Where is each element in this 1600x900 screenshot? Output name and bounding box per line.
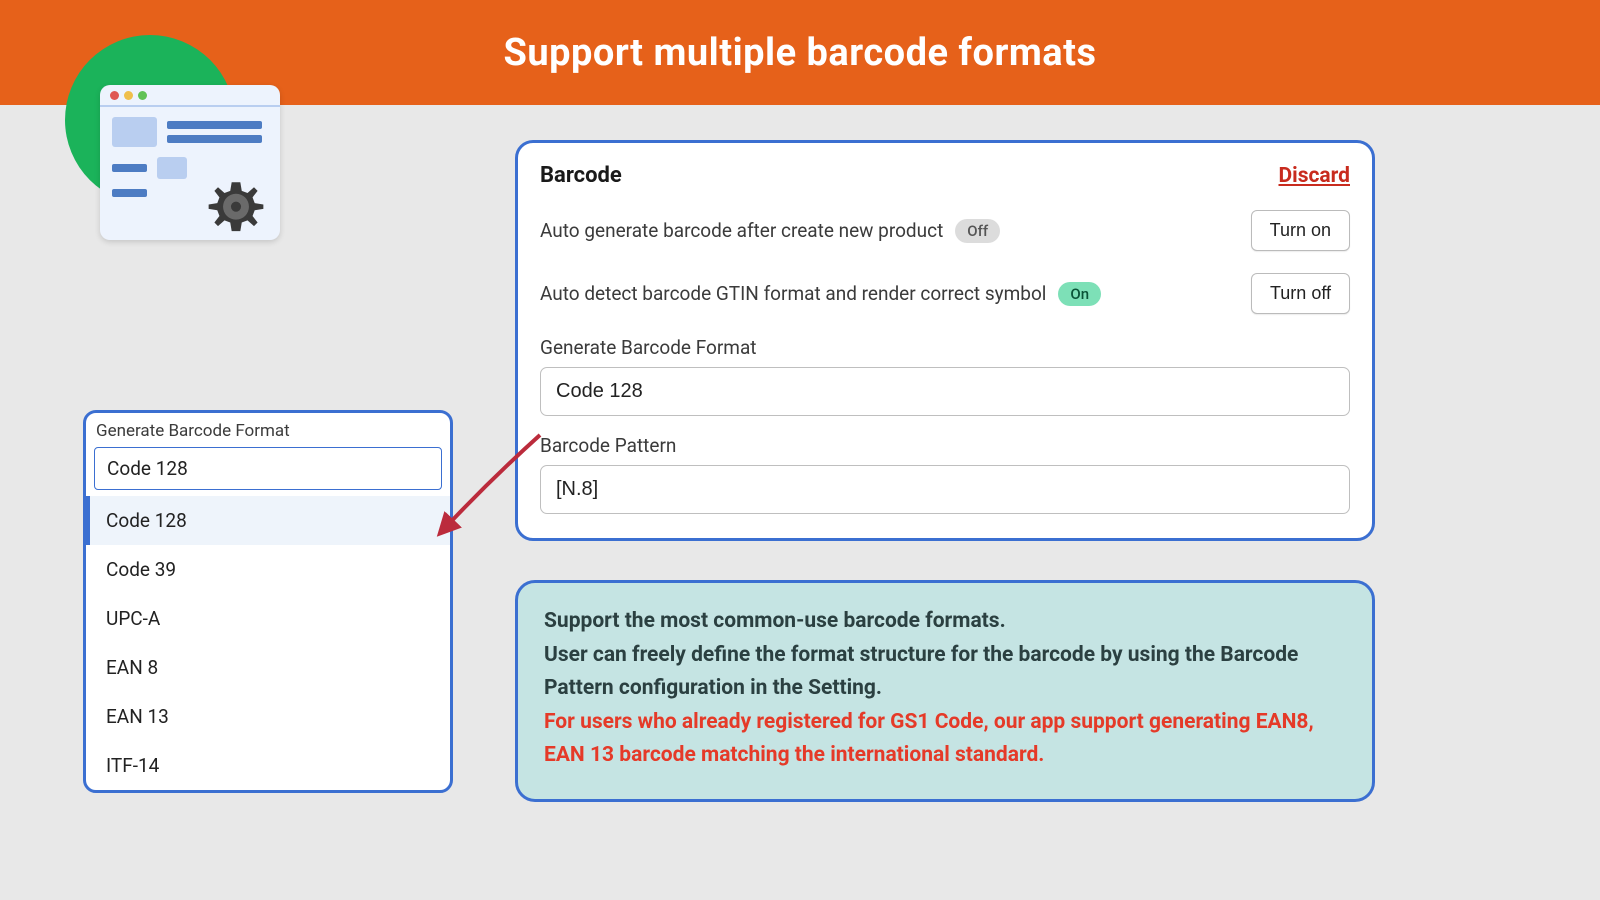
traffic-light-yellow bbox=[124, 91, 133, 100]
placeholder-line bbox=[112, 164, 147, 172]
placeholder-block bbox=[157, 157, 187, 179]
pattern-field-group: Barcode Pattern bbox=[540, 434, 1350, 514]
traffic-light-green bbox=[138, 91, 147, 100]
placeholder-line bbox=[112, 189, 147, 197]
dropdown-list: Code 128 Code 39 UPC-A EAN 8 EAN 13 ITF-… bbox=[86, 496, 450, 790]
panel-title: Barcode bbox=[540, 163, 622, 188]
pattern-input[interactable] bbox=[540, 465, 1350, 514]
format-select[interactable] bbox=[540, 367, 1350, 416]
format-dropdown-panel: Generate Barcode Format Code 128 Code 12… bbox=[83, 410, 453, 793]
status-badge-off: Off bbox=[955, 219, 1000, 243]
browser-chrome bbox=[100, 85, 280, 107]
discard-link[interactable]: Discard bbox=[1279, 164, 1351, 188]
pattern-label: Barcode Pattern bbox=[540, 434, 1350, 457]
dropdown-item-ean13[interactable]: EAN 13 bbox=[86, 692, 450, 741]
format-field-group: Generate Barcode Format bbox=[540, 336, 1350, 416]
page-title: Support multiple barcode formats bbox=[503, 31, 1096, 75]
dropdown-item-itf14[interactable]: ITF-14 bbox=[86, 741, 450, 790]
app-icon-badge bbox=[45, 30, 245, 230]
dropdown-item-upca[interactable]: UPC-A bbox=[86, 594, 450, 643]
status-badge-on: On bbox=[1058, 282, 1101, 306]
turn-on-button[interactable]: Turn on bbox=[1251, 210, 1350, 251]
dropdown-item-code128[interactable]: Code 128 bbox=[86, 496, 450, 545]
info-line-1: Support the most common-use barcode form… bbox=[544, 605, 1346, 639]
traffic-light-red bbox=[110, 91, 119, 100]
auto-detect-label: Auto detect barcode GTIN format and rend… bbox=[540, 282, 1046, 305]
dropdown-item-code39[interactable]: Code 39 bbox=[86, 545, 450, 594]
dropdown-current[interactable]: Code 128 bbox=[94, 447, 442, 490]
info-line-2: User can freely define the format struct… bbox=[544, 639, 1346, 706]
dropdown-item-ean8[interactable]: EAN 8 bbox=[86, 643, 450, 692]
setting-row-auto-detect: Auto detect barcode GTIN format and rend… bbox=[540, 273, 1350, 314]
placeholder-block bbox=[112, 117, 157, 147]
dropdown-label: Generate Barcode Format bbox=[86, 421, 450, 447]
info-callout: Support the most common-use barcode form… bbox=[515, 580, 1375, 802]
info-line-3: For users who already registered for GS1… bbox=[544, 706, 1346, 773]
auto-generate-label: Auto generate barcode after create new p… bbox=[540, 219, 943, 242]
barcode-settings-panel: Barcode Discard Auto generate barcode af… bbox=[515, 140, 1375, 541]
setting-row-auto-generate: Auto generate barcode after create new p… bbox=[540, 210, 1350, 251]
gear-icon bbox=[200, 175, 272, 247]
placeholder-line bbox=[167, 135, 262, 143]
placeholder-line bbox=[167, 121, 262, 129]
format-label: Generate Barcode Format bbox=[540, 336, 1350, 359]
turn-off-button[interactable]: Turn off bbox=[1251, 273, 1350, 314]
